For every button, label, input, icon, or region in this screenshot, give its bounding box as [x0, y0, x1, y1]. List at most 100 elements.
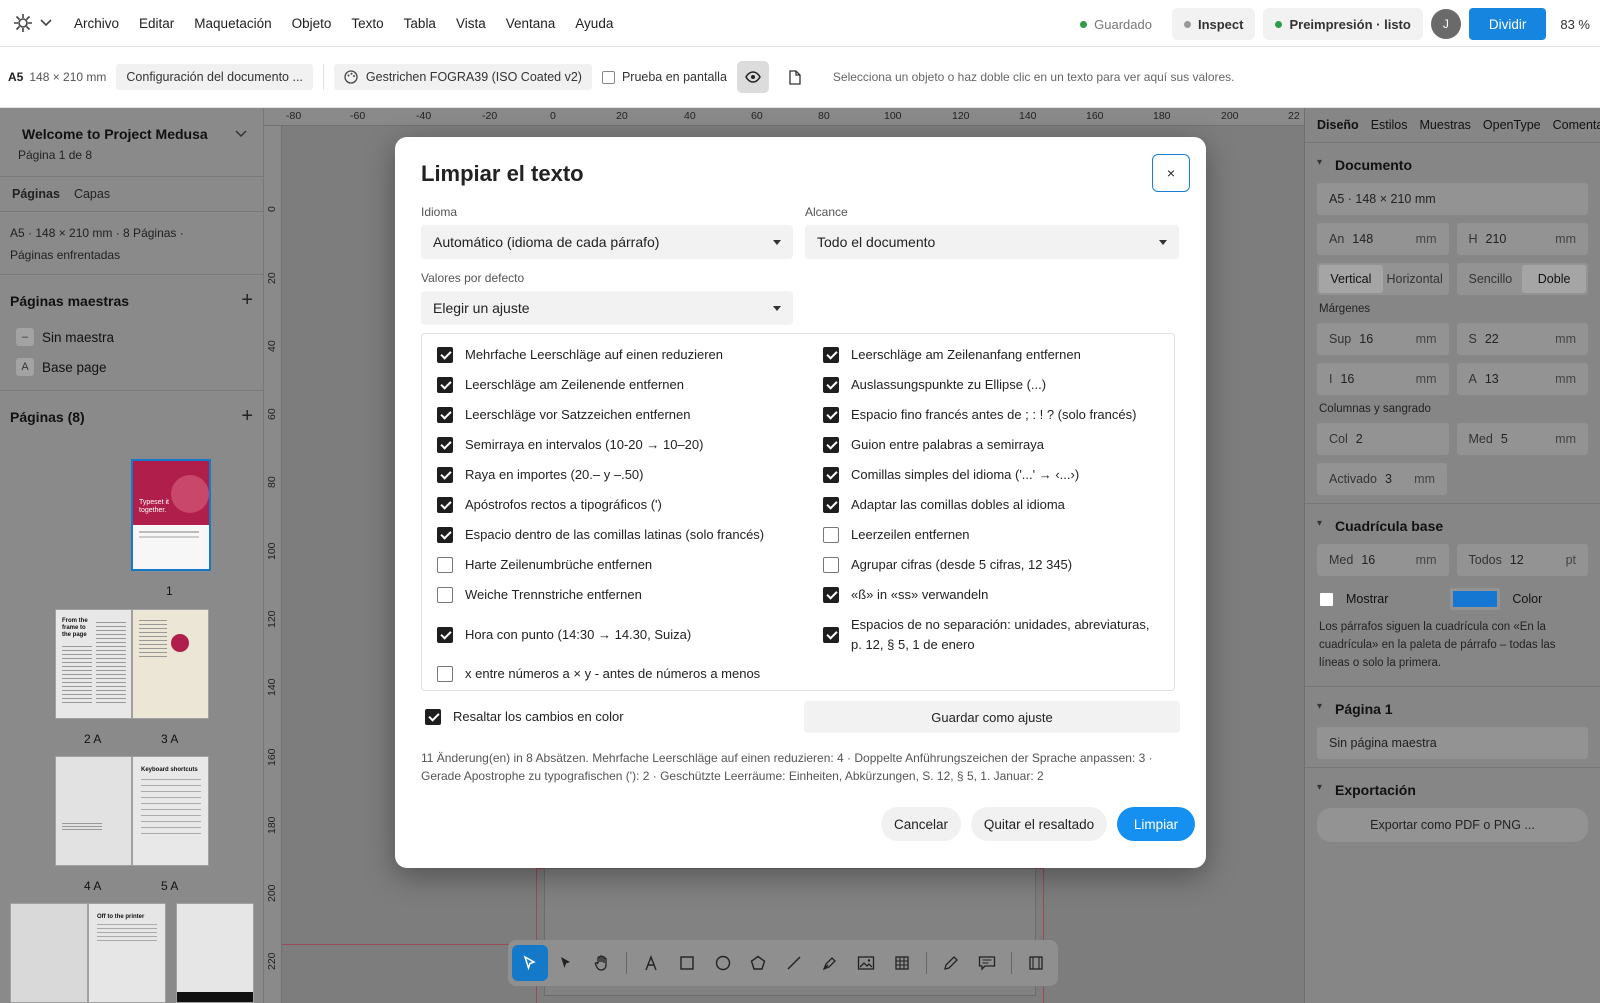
option-checkbox[interactable] — [437, 407, 453, 423]
orientation-vertical[interactable]: Vertical — [1319, 265, 1383, 293]
option-checkbox[interactable] — [823, 497, 839, 513]
section-baseline-grid[interactable]: Cuadrícula base — [1305, 504, 1600, 544]
document-title[interactable]: Welcome to Project Medusa — [10, 108, 253, 142]
scope-select[interactable]: Todo el documento — [805, 225, 1179, 259]
option-row[interactable]: Leerschläge am Zeilenende entfernen — [437, 375, 684, 395]
menu-objeto[interactable]: Objeto — [282, 16, 342, 31]
option-checkbox[interactable] — [437, 627, 453, 643]
option-checkbox[interactable] — [437, 437, 453, 453]
option-row[interactable]: Weiche Trennstriche entfernen — [437, 585, 642, 605]
menu-archivo[interactable]: Archivo — [64, 16, 129, 31]
option-row[interactable]: Leerschläge vor Satzzeichen entfernen — [437, 405, 690, 425]
app-menu-button[interactable] — [0, 0, 64, 47]
master-item[interactable]: – Sin maestra — [10, 322, 253, 352]
option-row[interactable]: Agrupar cifras (desde 5 cifras, 12 345) — [823, 555, 1072, 575]
save-preset-button[interactable]: Guardar como ajuste — [804, 701, 1180, 733]
option-checkbox[interactable] — [823, 347, 839, 363]
option-checkbox[interactable] — [437, 666, 453, 682]
color-profile-button[interactable]: Gestrichen FOGRA39 (ISO Coated v2) — [333, 64, 592, 90]
doc-size-field[interactable]: A5 · 148 × 210 mm — [1317, 183, 1588, 215]
add-page-icon[interactable]: + — [241, 405, 253, 428]
add-master-icon[interactable]: + — [241, 289, 253, 312]
select-tool[interactable] — [512, 945, 548, 981]
export-button[interactable]: Exportar como PDF o PNG ... — [1317, 808, 1588, 842]
option-row[interactable]: «ß» in «ss» verwandeln — [823, 585, 988, 605]
option-checkbox[interactable] — [823, 627, 839, 643]
page-thumbnail-7[interactable]: Off to the printer — [88, 903, 166, 1003]
margin-outer-field[interactable]: S 22 mm — [1456, 323, 1588, 355]
page-master-select[interactable]: Sin página maestra — [1317, 727, 1588, 759]
text-tool[interactable] — [633, 945, 669, 981]
image-tool[interactable] — [848, 945, 884, 981]
page-thumbnail-6[interactable] — [10, 903, 88, 1003]
section-export[interactable]: Exportación — [1305, 768, 1600, 808]
option-row[interactable]: Leerzeilen entfernen — [823, 525, 970, 545]
option-checkbox[interactable] — [437, 557, 453, 573]
page-thumbnail-4[interactable] — [55, 756, 132, 866]
softproof-toggle[interactable]: Prueba en pantalla — [601, 70, 727, 84]
bleed-field[interactable]: Activado 3 mm — [1317, 463, 1447, 495]
hand-tool[interactable] — [584, 945, 620, 981]
grid-color-swatch[interactable] — [1450, 588, 1501, 610]
option-row[interactable]: Hora con punto (14:30 → 14.30, Suiza) — [437, 625, 691, 645]
close-button[interactable]: × — [1152, 154, 1190, 192]
ellipse-tool[interactable] — [705, 945, 741, 981]
option-checkbox[interactable] — [823, 377, 839, 393]
option-row[interactable]: Espacios de no separación: unidades, abr… — [823, 615, 1163, 655]
option-row[interactable]: x entre números a × y - antes de números… — [437, 664, 760, 684]
option-row[interactable]: Semirraya en intervalos (10-20 → 10–20) — [437, 435, 703, 455]
menu-ventana[interactable]: Ventana — [496, 16, 566, 31]
option-checkbox[interactable] — [823, 587, 839, 603]
gutter-field[interactable]: Med 5 mm — [1456, 423, 1588, 455]
tab-pages[interactable]: Páginas — [12, 187, 60, 201]
highlight-row[interactable]: Resaltar los cambios en color — [425, 707, 624, 727]
share-button[interactable]: Dividir — [1468, 8, 1547, 40]
option-checkbox[interactable] — [437, 527, 453, 543]
avatar[interactable]: J — [1430, 9, 1461, 39]
highlight-checkbox[interactable] — [425, 709, 441, 725]
section-page[interactable]: Página 1 — [1305, 687, 1600, 727]
margin-top-field[interactable]: Sup 16 mm — [1317, 323, 1449, 355]
page-button[interactable] — [779, 61, 811, 93]
margin-bottom-field[interactable]: A 13 mm — [1456, 363, 1588, 395]
option-row[interactable]: Leerschläge am Zeilenanfang entfernen — [823, 345, 1081, 365]
page-thumbnail-5[interactable]: Keyboard shortcuts — [132, 756, 209, 866]
softproof-checkbox[interactable] — [601, 70, 615, 84]
preset-select[interactable]: Elegir un ajuste — [421, 291, 793, 325]
menu-vista[interactable]: Vista — [446, 16, 496, 31]
orientation-horizontal[interactable]: Horizontal — [1383, 265, 1447, 293]
master-item[interactable]: A Base page — [10, 352, 253, 382]
option-checkbox[interactable] — [437, 347, 453, 363]
menu-ayuda[interactable]: Ayuda — [565, 16, 623, 31]
polygon-tool[interactable] — [741, 945, 777, 981]
tab-comentarios[interactable]: Comentarios — [1553, 118, 1600, 132]
option-checkbox[interactable] — [823, 437, 839, 453]
apply-clean-button[interactable]: Limpiar — [1117, 807, 1195, 841]
line-tool[interactable] — [776, 945, 812, 981]
document-settings-button[interactable]: Configuración del documento ... — [116, 64, 313, 90]
option-checkbox[interactable] — [437, 377, 453, 393]
frame-grid-tool[interactable] — [1018, 945, 1054, 981]
grid-show-checkbox[interactable] — [1319, 591, 1334, 607]
option-row[interactable]: Auslassungspunkte zu Ellipse (...) — [823, 375, 1046, 395]
table-tool[interactable] — [884, 945, 920, 981]
page-thumbnail-2[interactable]: From the frame to the page — [55, 609, 132, 719]
sides-single[interactable]: Sencillo — [1459, 265, 1523, 293]
option-row[interactable]: Apóstrofos rectos a tipográficos (') — [437, 495, 662, 515]
tab-layers[interactable]: Capas — [74, 187, 110, 201]
language-select[interactable]: Automático (idioma de cada párrafo) — [421, 225, 793, 259]
preview-button[interactable] — [736, 61, 769, 93]
menu-maquetacion[interactable]: Maquetación — [184, 16, 281, 31]
columns-field[interactable]: Col 2 — [1317, 423, 1449, 455]
remove-highlight-button[interactable]: Quitar el resaltado — [971, 807, 1107, 841]
option-checkbox[interactable] — [437, 587, 453, 603]
tab-diseno[interactable]: Diseño — [1317, 118, 1359, 132]
comment-tool[interactable] — [969, 945, 1005, 981]
option-row[interactable]: Raya en importes (20.– y –.50) — [437, 465, 643, 485]
option-checkbox[interactable] — [823, 407, 839, 423]
rectangle-tool[interactable] — [669, 945, 705, 981]
grid-spacing-field[interactable]: Med 16 mm — [1317, 544, 1449, 576]
option-checkbox[interactable] — [437, 467, 453, 483]
option-checkbox[interactable] — [823, 527, 839, 543]
grid-every-field[interactable]: Todos 12 pt — [1456, 544, 1588, 576]
